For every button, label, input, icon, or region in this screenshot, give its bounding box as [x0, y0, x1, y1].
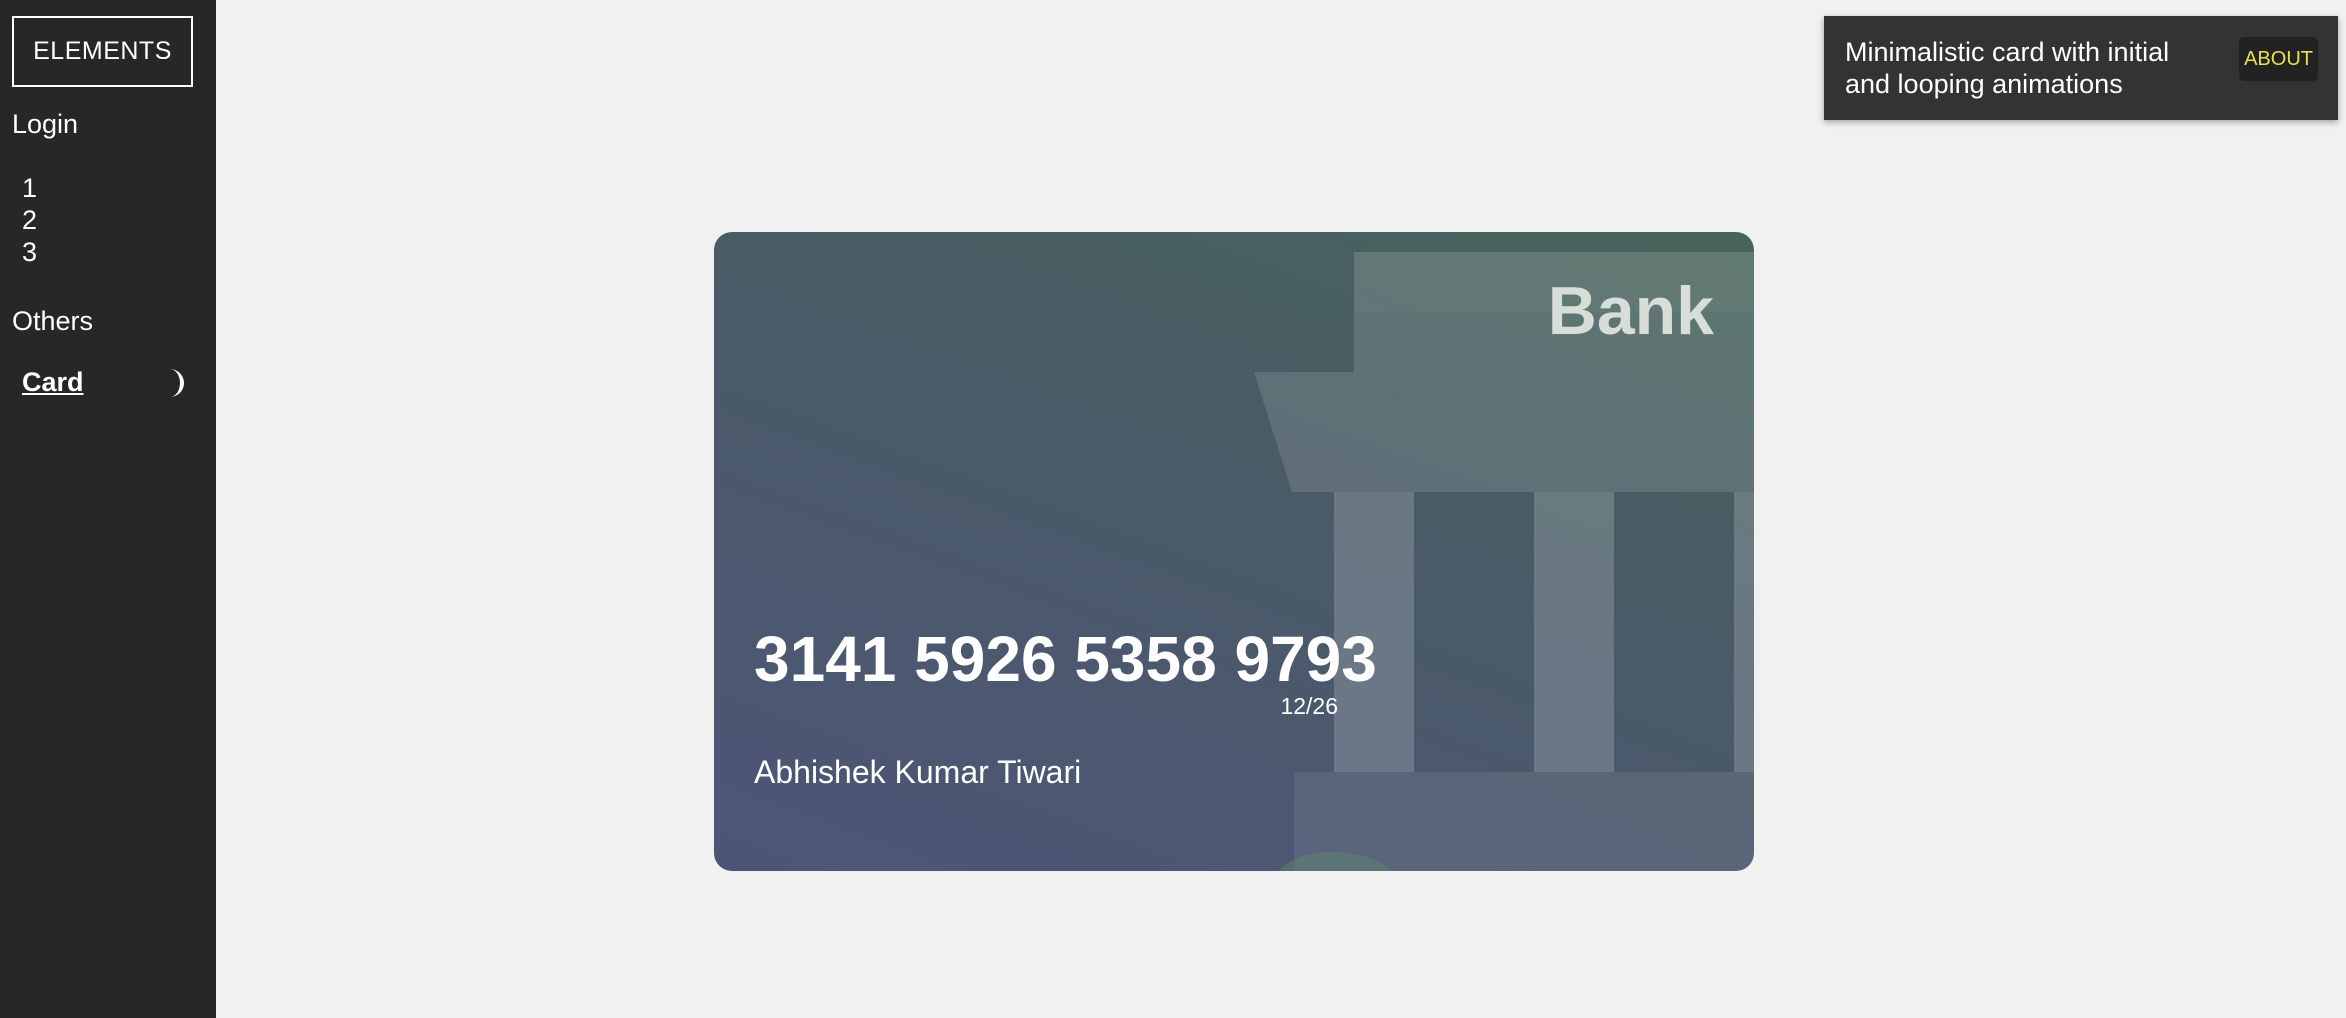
sidebar: ELEMENTS Login 1 2 3 Others Card [0, 0, 216, 1018]
about-button[interactable]: ABOUT [2239, 37, 2318, 81]
brand-logo[interactable]: ELEMENTS [12, 16, 193, 87]
nav-item-login-3[interactable]: 3 [22, 236, 37, 268]
nav-item-login-1[interactable]: 1 [22, 172, 37, 204]
bank-name: Bank [1547, 273, 1714, 349]
moon-icon[interactable] [166, 367, 186, 399]
section-title-others: Others [12, 306, 94, 336]
about-panel: Minimalistic card with initial and loopi… [1824, 16, 2338, 120]
credit-card: Bank 3141 5926 5358 9793 12/26 Abhishek … [714, 232, 1754, 871]
section-title-login: Login [12, 109, 79, 139]
about-description: Minimalistic card with initial and loopi… [1845, 37, 2170, 99]
nav-item-card[interactable]: Card [22, 367, 84, 398]
nav-item-login-2[interactable]: 2 [22, 204, 37, 236]
card-expiry: 12/26 [1280, 693, 1338, 719]
card-number: 3141 5926 5358 9793 [754, 623, 1377, 695]
card-holder-name: Abhishek Kumar Tiwari [754, 754, 1082, 790]
login-list: 1 2 3 [22, 172, 37, 268]
